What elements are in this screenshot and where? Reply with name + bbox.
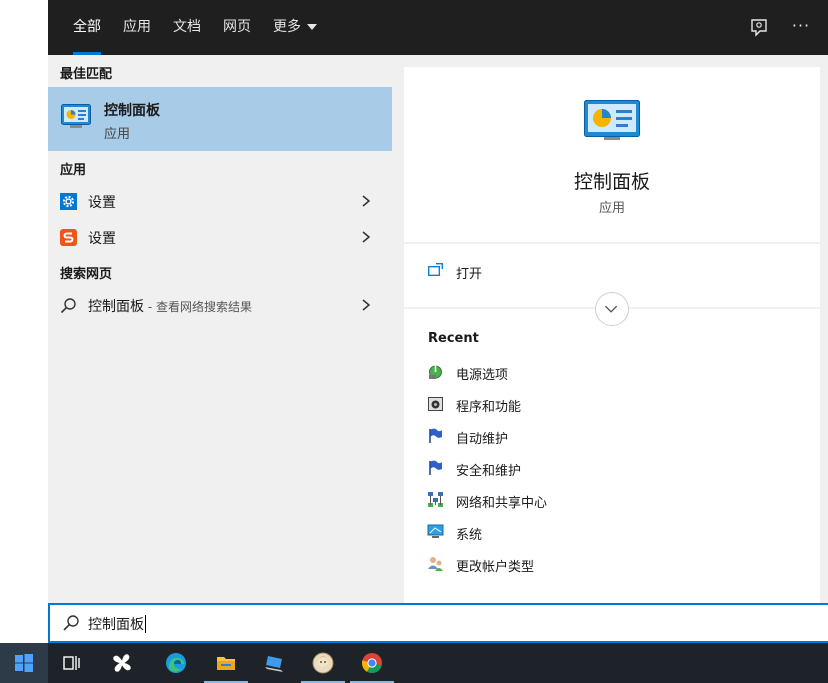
web-search-heading: 搜索网页 <box>60 267 113 282</box>
power-options-icon <box>429 365 442 379</box>
recent-item-security-maintenance[interactable]: 安全和维护 <box>404 455 820 483</box>
best-match-title: 控制面板 <box>104 103 160 119</box>
more-options-icon[interactable]: ··· <box>788 15 814 41</box>
taskbar <box>0 643 828 683</box>
recent-label: 安全和维护 <box>456 464 522 479</box>
laptop-app-icon <box>265 656 283 672</box>
control-panel-icon <box>61 104 91 128</box>
chevron-right-icon[interactable] <box>360 194 372 208</box>
edge-icon <box>166 653 186 673</box>
results-list: 最佳匹配 控制面板 应用 应用 设置 设置 搜索网页 控制面板 - 查看网络搜索… <box>48 55 392 603</box>
search-query: 控制面板 <box>88 614 146 634</box>
sogou-settings-icon <box>60 229 77 246</box>
recent-item-network-sharing[interactable]: 网络和共享中心 <box>404 487 820 515</box>
settings-gear-icon <box>60 193 77 210</box>
web-search-query: 控制面板 <box>88 299 144 315</box>
open-label: 打开 <box>456 267 483 282</box>
divider <box>404 242 820 244</box>
recent-item-system[interactable]: 系统 <box>404 519 820 547</box>
tab-more[interactable]: 更多 <box>262 0 328 55</box>
programs-features-icon <box>428 397 443 411</box>
flag-icon <box>429 460 442 475</box>
preview-title: 控制面板 <box>573 171 650 193</box>
recent-label: 网络和共享中心 <box>456 496 548 511</box>
file-explorer-icon <box>217 657 235 670</box>
recent-heading: Recent <box>428 331 479 346</box>
recent-label: 电源选项 <box>456 368 509 383</box>
file-explorer-button[interactable] <box>202 643 250 683</box>
feedback-icon[interactable] <box>746 15 772 41</box>
task-view-button[interactable] <box>48 643 96 683</box>
recent-item-auto-maintenance[interactable]: 自动维护 <box>404 423 820 451</box>
tab-label: 更多 <box>273 19 301 35</box>
system-icon <box>427 524 444 538</box>
chrome-icon <box>361 653 382 674</box>
edge-button[interactable] <box>152 643 200 683</box>
network-icon <box>428 492 443 507</box>
tab-label: 应用 <box>123 19 151 35</box>
recent-label: 系统 <box>456 528 483 543</box>
text-cursor <box>145 615 146 633</box>
search-icon <box>60 298 76 314</box>
pinwheel-app-button[interactable] <box>98 643 146 683</box>
app-result-label: 设置 <box>88 195 116 211</box>
flag-icon <box>429 428 442 443</box>
tab-all[interactable]: 全部 <box>62 0 112 55</box>
control-panel-icon <box>584 100 640 140</box>
task-view-icon <box>63 656 80 670</box>
chevron-right-icon[interactable] <box>360 230 372 244</box>
search-tabs-bar: 全部 应用 文档 网页 更多 ··· <box>48 0 828 55</box>
recent-item-programs[interactable]: 程序和功能 <box>404 391 820 419</box>
desktop-background <box>0 0 48 643</box>
best-match-heading: 最佳匹配 <box>60 67 113 82</box>
chevron-down-icon <box>604 305 618 313</box>
preview-subtitle: 应用 <box>598 201 625 216</box>
open-icon <box>428 263 443 276</box>
search-input[interactable]: 控制面板 <box>48 603 828 643</box>
open-action[interactable]: 打开 <box>404 257 820 287</box>
avatar-app-button[interactable] <box>299 643 347 683</box>
search-value: 控制面板 <box>88 617 144 633</box>
tab-documents[interactable]: 文档 <box>162 0 212 55</box>
tab-label: 全部 <box>73 19 101 35</box>
search-icon <box>63 615 79 631</box>
tab-apps[interactable]: 应用 <box>112 0 162 55</box>
app-result-settings-sogou[interactable]: 设置 <box>48 219 392 255</box>
best-match-item[interactable]: 控制面板 应用 <box>48 87 392 151</box>
chevron-down-icon <box>307 24 317 30</box>
search-panel: 全部 应用 文档 网页 更多 ··· 最佳匹配 控制面板 应用 应用 设置 设置… <box>48 0 828 643</box>
app-result-label: 设置 <box>88 231 116 247</box>
recent-item-power-options[interactable]: 电源选项 <box>404 359 820 387</box>
preview-pane: 控制面板 应用 打开 Recent 电源选项 程序和功能 自动维护 安全和维护 … <box>404 67 820 603</box>
tab-label: 网页 <box>223 19 251 35</box>
recent-label: 自动维护 <box>456 432 509 447</box>
tab-list: 全部 应用 文档 网页 更多 <box>62 0 328 55</box>
start-button[interactable] <box>0 643 48 683</box>
expand-button[interactable] <box>595 292 629 326</box>
web-search-suffix: - 查看网络搜索结果 <box>144 300 252 314</box>
avatar-app-icon <box>312 652 334 674</box>
app-result-settings[interactable]: 设置 <box>48 183 392 219</box>
users-icon <box>428 557 443 571</box>
pinwheel-app-icon <box>113 654 131 672</box>
chrome-button[interactable] <box>348 643 396 683</box>
laptop-app-button[interactable] <box>250 643 298 683</box>
web-search-label: 控制面板 - 查看网络搜索结果 <box>88 296 252 316</box>
web-search-result[interactable]: 控制面板 - 查看网络搜索结果 <box>48 287 392 323</box>
recent-label: 更改帐户类型 <box>456 560 535 575</box>
recent-label: 程序和功能 <box>456 400 522 415</box>
chevron-right-icon[interactable] <box>360 298 372 312</box>
windows-start-icon <box>15 654 33 672</box>
tab-label: 文档 <box>173 19 201 35</box>
recent-item-account-type[interactable]: 更改帐户类型 <box>404 551 820 579</box>
tab-web[interactable]: 网页 <box>212 0 262 55</box>
apps-heading: 应用 <box>60 163 87 178</box>
best-match-subtitle: 应用 <box>104 127 131 142</box>
